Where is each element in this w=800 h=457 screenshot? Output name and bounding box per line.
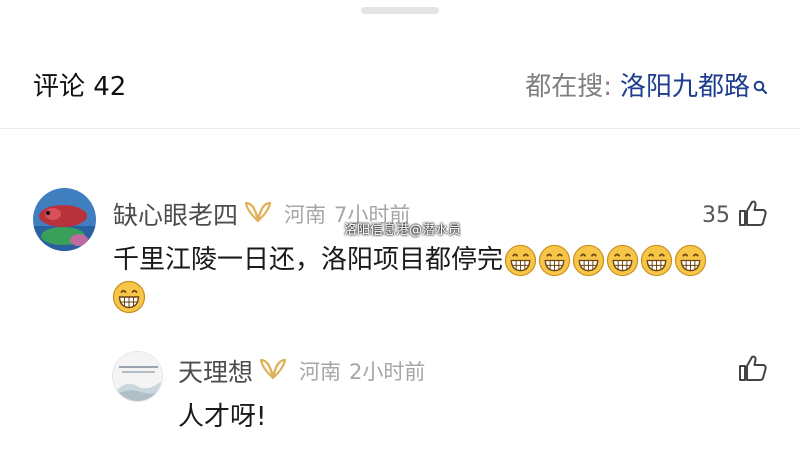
grinning-face-emoji <box>538 244 571 277</box>
hot-search-link[interactable]: 都在搜: 洛阳九都路 <box>525 66 768 103</box>
avatar[interactable] <box>33 188 96 251</box>
comments-header: 评论 42 都在搜: 洛阳九都路 <box>0 52 800 112</box>
comment-meta: 天理想 河南 2小时前 <box>178 353 425 389</box>
search-icon[interactable] <box>753 72 768 102</box>
thumbs-up-icon[interactable] <box>738 354 768 386</box>
grinning-face-emoji <box>112 280 146 314</box>
drag-handle[interactable] <box>361 7 439 14</box>
comments-count-title: 评论 42 <box>33 72 127 102</box>
watermark: 洛阳信息港@潜水员 <box>344 223 462 238</box>
vip-badge-icon <box>244 200 272 228</box>
grinning-face-emoji <box>674 244 707 277</box>
comment-text: 人才呀! <box>178 402 267 432</box>
comment-location: 河南 <box>284 203 327 227</box>
vip-badge-icon <box>259 357 287 385</box>
comment-location: 河南 <box>299 360 342 384</box>
like-button[interactable] <box>738 354 768 386</box>
comment-time: 2小时前 <box>349 360 426 384</box>
like-count: 35 <box>702 202 730 228</box>
like-button[interactable]: 35 <box>702 199 768 231</box>
user-name[interactable]: 缺心眼老四 <box>113 196 238 232</box>
user-name[interactable]: 天理想 <box>178 353 253 389</box>
grinning-face-emoji <box>572 244 605 277</box>
header-divider <box>0 128 800 129</box>
avatar[interactable] <box>112 351 163 402</box>
comment-body: 千里江陵一日还，洛阳项目都停完 <box>113 245 504 275</box>
grinning-face-emoji <box>504 244 537 277</box>
grinning-face-emoji <box>606 244 639 277</box>
emoji-row <box>503 244 707 277</box>
hot-search-label: 都在搜: <box>525 72 612 102</box>
comment-text: 千里江陵一日还，洛阳项目都停完 <box>113 239 707 277</box>
grinning-face-emoji <box>640 244 673 277</box>
hot-search-term[interactable]: 洛阳九都路 <box>620 66 750 103</box>
thumbs-up-icon[interactable] <box>738 199 768 231</box>
